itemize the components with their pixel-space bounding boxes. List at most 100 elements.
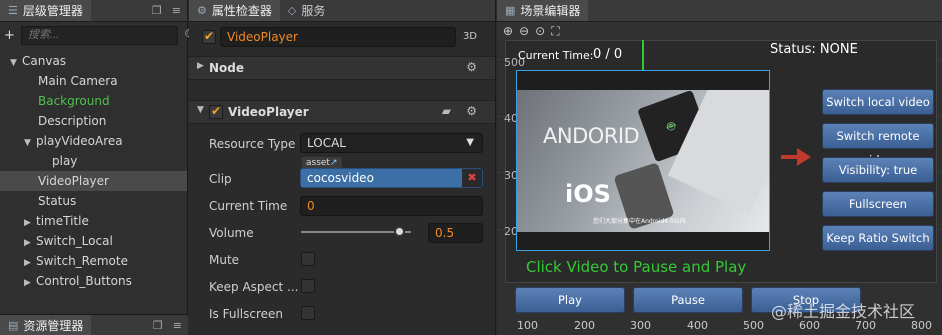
mute-checkbox[interactable] [301,252,315,266]
expanded-arrow-icon[interactable]: ▼ [10,53,22,73]
gear-icon[interactable]: ⚙ [466,104,477,118]
expanded-arrow-icon: ▼ [197,105,204,115]
resource-type-select[interactable]: LOCAL ▼ [300,133,483,153]
collapsed-arrow-icon[interactable]: ▶ [24,253,36,273]
tree-node-play[interactable]: play [0,151,187,171]
volume-slider-thumb[interactable] [394,226,405,237]
scene-toolbar: ⊕ ⊖ ⊙ ⛶ [497,22,942,40]
clear-icon[interactable]: ✖ [462,169,482,187]
hierarchy-panel: ☰ 层级管理器 ❐ ≡ + 🔍︎ ⤢ ↻ ▼Canvas Main Camera… [0,0,231,335]
tab-hierarchy[interactable]: ☰ 层级管理器 [0,0,91,21]
node-section-title: Node [209,61,245,75]
switch-remote-video-button[interactable]: Switch remote video [822,123,934,167]
collapsed-arrow-icon[interactable]: ▶ [24,233,36,253]
hierarchy-tree: ▼ Canvas Main Camera Background Descripti… [0,51,187,291]
tab-hierarchy-label: 层级管理器 [22,4,83,18]
inspector-panel: ⚙ 属性检查器 ◇ 服务 VideoPlayer 3D ▶ Node ⚙ ▼ V… [189,0,496,335]
fullscreen-button[interactable]: Fullscreen [822,191,934,217]
tab-scene-label: 场景编辑器 [520,4,581,18]
pause-button[interactable]: Pause [633,287,743,313]
tree-node-timetitle[interactable]: ▶ timeTitle [0,211,187,231]
tree-node-canvas[interactable]: ▼ Canvas [0,51,187,71]
restore-icon[interactable]: ❐ [153,319,163,332]
clip-asset-field[interactable]: cocosvideo ✖ [300,168,483,188]
collapsed-arrow-icon[interactable]: ▶ [24,213,36,233]
scene-tabbar: ▦ 场景编辑器 [497,0,942,22]
zoom-reset-icon[interactable]: ⊙ [535,24,545,38]
tab-actions: ❐ ≡ [152,4,181,17]
component-enabled-checkbox[interactable] [209,104,223,119]
video-frame[interactable]: 🤖︎ ANDORID iOS 您们大部分集中在Android4.0以内 [517,90,769,232]
zoom-out-icon[interactable]: ⊖ [519,24,529,38]
search-input[interactable] [20,25,178,45]
tab-inspector[interactable]: ⚙ 属性检查器 [189,0,280,21]
tab-assets[interactable]: ▤ 资源管理器 ❐ ≡ [0,314,188,335]
keep-ratio-switch-button[interactable]: Keep Ratio Switch [822,225,934,251]
resource-type-value: LOCAL [307,136,346,150]
tab-services-label: 服务 [301,4,326,18]
volume-label: Volume [209,226,254,240]
node-name-input[interactable]: VideoPlayer [220,27,456,47]
x-tick: 500 [743,319,764,332]
node-name-value: VideoPlayer [227,30,298,44]
frame-icon[interactable]: ⛶ [551,24,559,39]
hierarchy-search-row: + 🔍︎ ⤢ ↻ [0,22,231,48]
collapsed-arrow-icon: ▶ [197,61,204,71]
scene-panel: ▦ 场景编辑器 ⊕ ⊖ ⊙ ⛶ 500 400 300 200 Current … [497,0,942,335]
services-icon: ◇ [287,4,297,17]
menu-icon[interactable]: ≡ [173,319,182,332]
video-text-android: ANDORID [543,124,640,148]
video-text-ios: iOS [565,180,611,208]
keep-aspect-checkbox[interactable] [301,279,315,293]
is-fullscreen-checkbox[interactable] [301,306,315,320]
add-node-icon[interactable]: + [4,28,15,43]
tab-scene[interactable]: ▦ 场景编辑器 [497,0,589,21]
tree-node-control-buttons[interactable]: ▶ Control_Buttons [0,271,187,291]
book-icon[interactable]: ▰ [442,104,451,118]
x-tick: 400 [687,319,708,332]
tree-node-switch-remote[interactable]: ▶ Switch_Remote [0,251,187,271]
current-time-label: Current Time [209,199,288,213]
video-player-node[interactable]: 🤖︎ ANDORID iOS 您们大部分集中在Android4.0以内 [516,70,770,251]
resource-type-label: Resource Type [209,137,296,151]
current-time-display: 0 / 0 [593,47,623,62]
node-name-row: VideoPlayer 3D [189,25,495,49]
play-button[interactable]: Play [515,287,625,313]
visibility-toggle-button[interactable]: Visibility: true [822,157,934,183]
tree-node-main-camera[interactable]: Main Camera [0,71,187,91]
x-tick: 200 [574,319,595,332]
node-section-header[interactable]: ▶ Node ⚙ [189,56,495,80]
switch-local-video-button[interactable]: Switch local video [822,89,934,115]
gear-icon[interactable]: ⚙ [466,60,477,74]
collapsed-arrow-icon[interactable]: ▶ [24,273,36,293]
tab-assets-label: 资源管理器 [23,318,84,333]
expanded-arrow-icon[interactable]: ▼ [24,133,36,153]
tree-node-background[interactable]: Background [0,91,187,111]
hierarchy-tabbar: ☰ 层级管理器 ❐ ≡ [0,0,187,22]
node-active-checkbox[interactable] [202,29,216,44]
current-time-input[interactable]: 0 [300,196,483,216]
tree-node-status[interactable]: Status [0,191,187,211]
badge-3d[interactable]: 3D [463,31,477,42]
videoplayer-component-header[interactable]: ▼ VideoPlayer ▰ ⚙ [189,100,495,124]
tab-services[interactable]: ◇ 服务 [280,0,333,21]
tree-node-videoplayer[interactable]: VideoPlayer [0,171,187,191]
tree-node-playvideoarea[interactable]: ▼ playVideoArea [0,131,187,151]
zoom-in-icon[interactable]: ⊕ [503,24,513,38]
watermark: @稀土掘金技术社区 [771,302,916,321]
current-time-caption: Current Time: [518,49,594,62]
restore-icon[interactable]: ❐ [152,4,162,17]
x-tick: 300 [630,319,651,332]
click-video-hint: Click Video to Pause and Play [526,258,747,276]
status-text: Status: NONE [770,42,858,57]
tab-assets-inner: ▤ 资源管理器 [0,315,92,335]
clip-value: cocosvideo [307,171,374,185]
hierarchy-icon: ☰ [8,4,18,17]
tree-node-switch-local[interactable]: ▶ Switch_Local [0,231,187,251]
volume-input[interactable]: 0.5 [428,223,483,243]
menu-icon[interactable]: ≡ [172,4,181,17]
tree-node-description[interactable]: Description [0,111,187,131]
clip-label: Clip [209,172,232,186]
external-link-icon: ↗ [329,158,338,168]
inspector-tabbar: ⚙ 属性检查器 ◇ 服务 [189,0,495,22]
